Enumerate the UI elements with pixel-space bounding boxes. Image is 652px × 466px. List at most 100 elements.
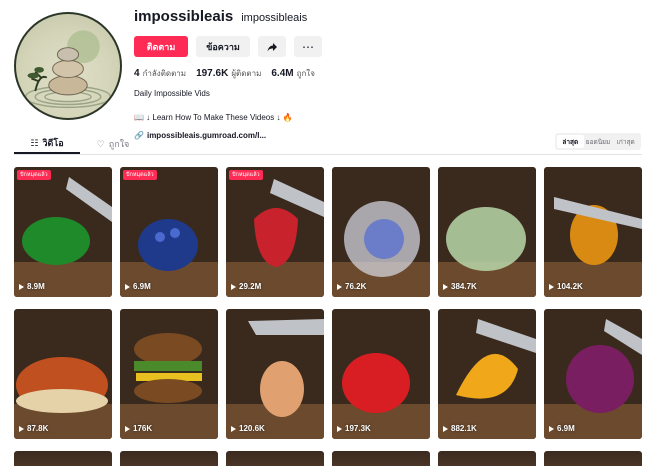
zen-stones-logo [24, 30, 112, 109]
sort-latest[interactable]: ล่าสุด [557, 135, 584, 148]
view-count-text: 120.6K [239, 424, 265, 433]
play-icon [549, 425, 554, 432]
video-card[interactable]: 882.1K [438, 309, 536, 439]
video-thumbnail [226, 167, 324, 297]
view-count: 76.2K [337, 282, 366, 291]
tab-liked[interactable]: ♡ ถูกใจ [80, 134, 146, 154]
view-count: 29.2M [231, 282, 261, 291]
video-card[interactable]: 384.7K [438, 167, 536, 297]
share-button[interactable] [258, 36, 286, 57]
play-icon [19, 283, 24, 290]
video-thumbnail [120, 167, 218, 297]
view-count-text: 76.2K [345, 282, 367, 291]
video-card[interactable] [226, 451, 324, 466]
share-icon [267, 42, 277, 51]
video-card[interactable]: 6.9M [544, 309, 642, 439]
video-card[interactable]: 87.8K [14, 309, 112, 439]
profile-info: impossibleais impossibleais ติดตาม ข้อคว… [134, 8, 494, 141]
video-thumbnail [226, 451, 324, 466]
video-card[interactable]: ปักหมุดแล้ว 8.9M [14, 167, 112, 297]
video-card[interactable]: 120.6K [226, 309, 324, 439]
video-card[interactable] [14, 451, 112, 466]
bio-line: Daily Impossible Vids [134, 89, 210, 98]
view-count-text: 197.3K [345, 424, 371, 433]
view-count-text: 176K [133, 424, 153, 433]
video-card[interactable]: ปักหมุดแล้ว 6.9M [120, 167, 218, 297]
video-card[interactable] [438, 451, 536, 466]
view-count-text: 6.9M [557, 424, 575, 433]
pinned-badge: ปักหมุดแล้ว [17, 170, 51, 180]
video-card[interactable] [120, 451, 218, 466]
tab-videos-label: วิดีโอ [42, 138, 64, 148]
view-count: 384.7K [443, 282, 477, 291]
stat-following[interactable]: 4 กำลังติดตาม [134, 67, 186, 80]
video-grid: ปักหมุดแล้ว 8.9M ปักหมุดแล้ว 6.9M ปักหมุดแล้… [14, 167, 642, 466]
view-count: 176K [125, 424, 152, 433]
bio-line-2: 📖 ↓ Learn How To Make These Videos ↓ 🔥 [134, 113, 293, 122]
more-button[interactable]: ⋯ [294, 36, 322, 57]
bio-link[interactable]: 🔗 impossibleais.gumroad.com/l... [134, 129, 494, 141]
view-count: 6.9M [125, 282, 151, 291]
play-icon [337, 425, 342, 432]
tab-liked-label: ถูกใจ [108, 139, 130, 149]
view-count-text: 104.2K [557, 282, 583, 291]
video-card[interactable] [544, 451, 642, 466]
video-card[interactable]: 197.3K [332, 309, 430, 439]
video-thumbnail [120, 309, 218, 439]
view-count-text: 8.9M [27, 282, 45, 291]
view-count-text: 882.1K [451, 424, 477, 433]
grid-icon: ☷ [30, 137, 39, 148]
profile-stats: 4 กำลังติดตาม 197.6K ผู้ติดตาม 6.4M ถูกใจ [134, 67, 494, 81]
stat-likes: 6.4M ถูกใจ [271, 68, 315, 79]
play-icon [19, 425, 24, 432]
video-thumbnail [438, 451, 536, 466]
video-thumbnail [332, 309, 430, 439]
view-count-text: 6.9M [133, 282, 151, 291]
video-card[interactable]: 104.2K [544, 167, 642, 297]
video-card[interactable] [332, 451, 430, 466]
view-count-text: 29.2M [239, 282, 262, 291]
profile-username: impossibleais [134, 8, 234, 25]
video-card[interactable]: ปักหมุดแล้ว 29.2M [226, 167, 324, 297]
video-thumbnail [544, 309, 642, 439]
video-thumbnail [544, 451, 642, 466]
sort-popular[interactable]: ยอดนิยม [585, 135, 612, 148]
play-icon [231, 425, 236, 432]
view-count-text: 384.7K [451, 282, 477, 291]
view-count: 197.3K [337, 424, 371, 433]
view-count: 120.6K [231, 424, 265, 433]
play-icon [231, 283, 236, 290]
heart-icon: ♡ [96, 138, 105, 149]
sort-toggle: ล่าสุด ยอดนิยม เก่าสุด [555, 133, 641, 150]
pinned-badge: ปักหมุดแล้ว [123, 170, 157, 180]
view-count: 104.2K [549, 282, 583, 291]
video-thumbnail [14, 167, 112, 297]
view-count: 8.9M [19, 282, 45, 291]
sort-oldest[interactable]: เก่าสุด [612, 135, 639, 148]
video-thumbnail [120, 451, 218, 466]
stat-followers[interactable]: 197.6K ผู้ติดตาม [196, 67, 261, 80]
avatar[interactable] [14, 12, 122, 120]
video-thumbnail [332, 451, 430, 466]
video-card[interactable]: 176K [120, 309, 218, 439]
view-count-text: 87.8K [27, 424, 49, 433]
play-icon [125, 283, 130, 290]
message-button[interactable]: ข้อความ [196, 36, 250, 57]
play-icon [549, 283, 554, 290]
tab-videos[interactable]: ☷ วิดีโอ [14, 134, 80, 154]
video-thumbnail [332, 167, 430, 297]
video-thumbnail [438, 167, 536, 297]
video-card[interactable]: 76.2K [332, 167, 430, 297]
play-icon [125, 425, 130, 432]
play-icon [443, 283, 448, 290]
profile-tabs: ☷ วิดีโอ ♡ ถูกใจ [14, 134, 146, 154]
pinned-badge: ปักหมุดแล้ว [229, 170, 263, 180]
tab-divider [14, 154, 642, 155]
view-count: 882.1K [443, 424, 477, 433]
profile-nickname: impossibleais [241, 12, 308, 24]
video-thumbnail [14, 451, 112, 466]
bio-link-text[interactable]: impossibleais.gumroad.com/l... [147, 131, 266, 140]
more-icon: ⋯ [302, 39, 314, 54]
follow-button[interactable]: ติดตาม [134, 36, 188, 57]
view-count: 87.8K [19, 424, 48, 433]
